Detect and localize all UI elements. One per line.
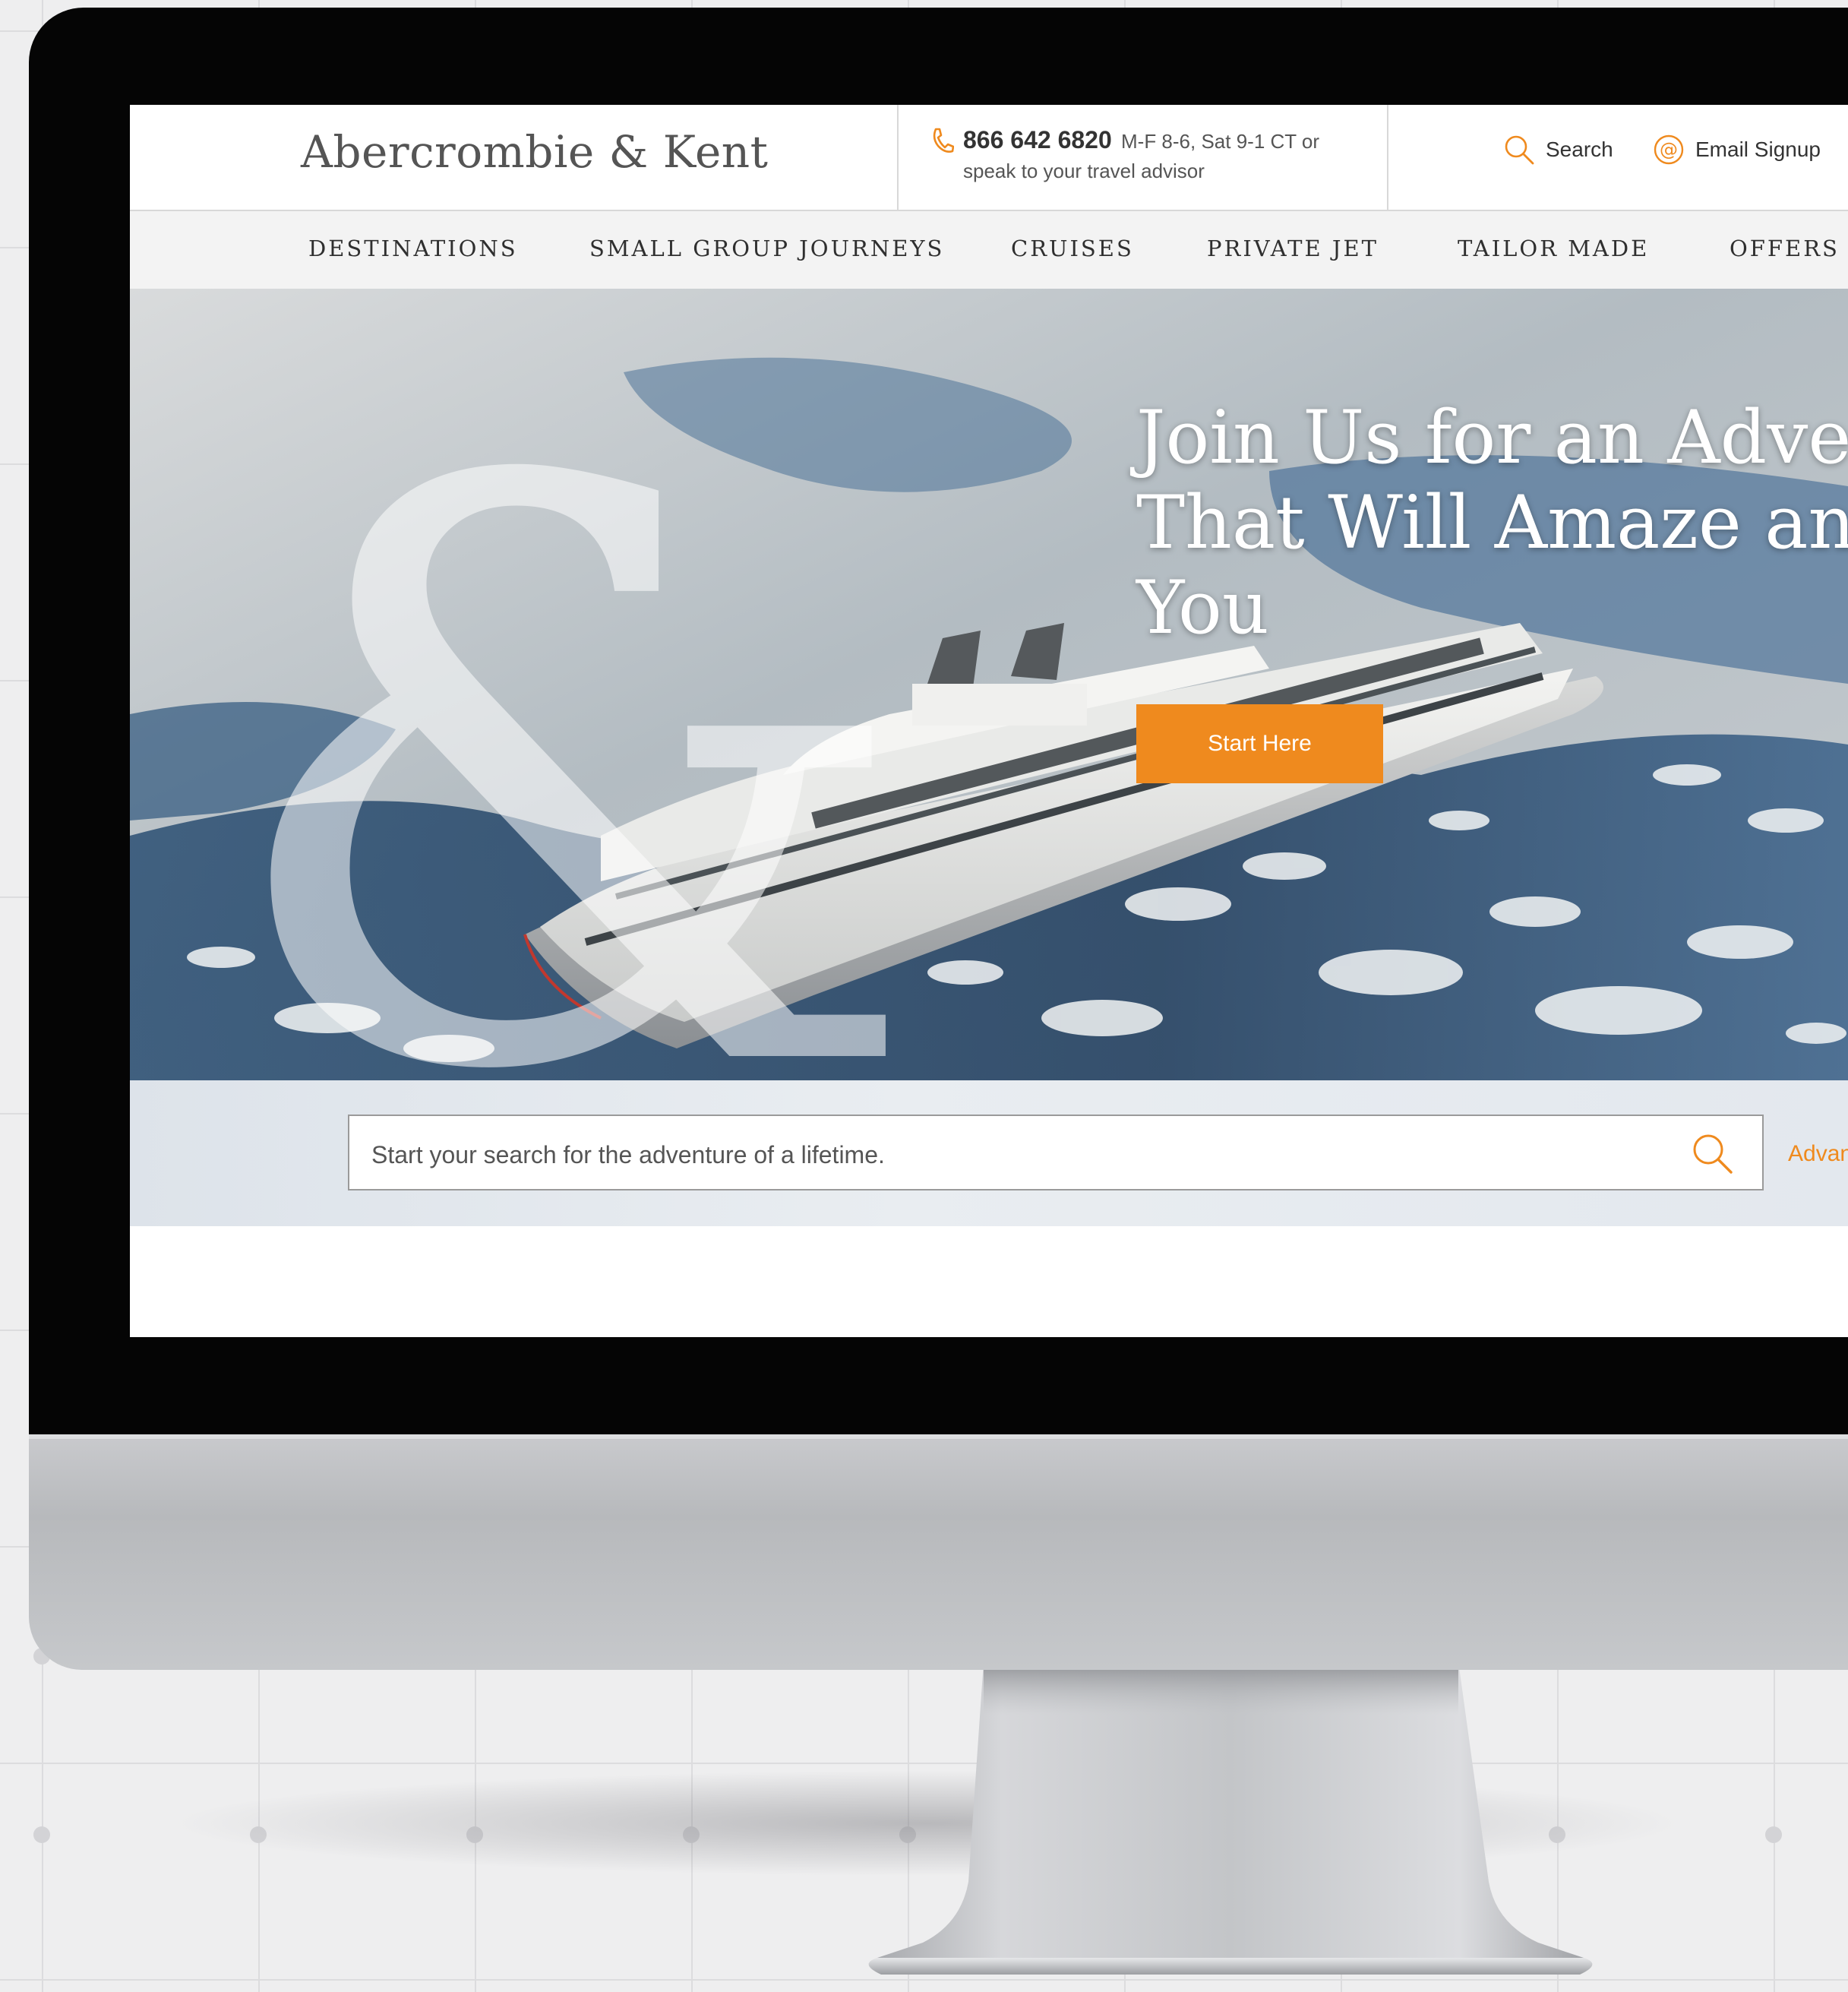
- search-input[interactable]: Start your search for the adventure of a…: [348, 1115, 1764, 1190]
- nav-item-destinations[interactable]: DESTINATIONS: [308, 236, 518, 261]
- search-icon: [1505, 135, 1534, 165]
- start-here-button[interactable]: Start Here: [1136, 704, 1383, 783]
- phone-advisor-text: speak to your travel advisor: [963, 160, 1205, 182]
- hero-headline-line-3: You: [1136, 565, 1269, 650]
- nav-item-cruises[interactable]: CRUISES: [1011, 236, 1134, 261]
- at-sign-icon: @: [1654, 134, 1684, 165]
- monitor-chin-edge: [29, 1434, 1848, 1439]
- monitor-chin: [29, 1434, 1848, 1670]
- header-search-label: Search: [1546, 138, 1613, 161]
- hero-banner: & Join Us for an Adventure That Will Ama…: [130, 289, 1848, 1080]
- email-signup-label: Email Signup: [1695, 138, 1821, 161]
- ampersand-watermark: &: [213, 315, 924, 1080]
- header-divider: [897, 105, 899, 210]
- nav-item-small-group-journeys[interactable]: SMALL GROUP JOURNEYS: [589, 236, 944, 261]
- hero-headline-line-2: That Will Amaze and Inspire: [1136, 480, 1848, 565]
- search-submit-icon[interactable]: [1690, 1131, 1734, 1175]
- phone-hours: M-F 8-6, Sat 9-1 CT or: [1121, 130, 1320, 153]
- email-signup-link[interactable]: @ Email Signup: [1653, 134, 1821, 166]
- browser-viewport: Abercrombie & Kent 866 642 6820 M-F 8-6,…: [130, 105, 1848, 1337]
- nav-item-private-jet[interactable]: PRIVATE JET: [1207, 236, 1379, 261]
- grid-dot: [1765, 1826, 1782, 1843]
- nav-item-tailor-made[interactable]: TAILOR MADE: [1458, 236, 1649, 261]
- search-placeholder: Start your search for the adventure of a…: [371, 1141, 885, 1168]
- monitor-stand: [868, 1662, 1593, 1975]
- hero-headline: Join Us for an Adventure That Will Amaze…: [1136, 395, 1848, 650]
- brand-logo[interactable]: Abercrombie & Kent: [301, 126, 768, 178]
- svg-text:@: @: [1660, 139, 1678, 160]
- main-navigation: DESTINATIONS SMALL GROUP JOURNEYS CRUISE…: [130, 211, 1848, 289]
- grid-dot: [33, 1826, 50, 1843]
- phone-icon: [933, 128, 954, 153]
- search-section: Start your search for the adventure of a…: [130, 1080, 1848, 1226]
- hero-headline-line-1: Join Us for an Adventure: [1136, 395, 1848, 480]
- header-search-link[interactable]: Search: [1503, 134, 1613, 166]
- advanced-search-link[interactable]: Advanced: [1788, 1141, 1848, 1167]
- phone-number[interactable]: 866 642 6820: [963, 126, 1112, 154]
- nav-item-offers[interactable]: OFFERS: [1730, 236, 1840, 261]
- site-header: Abercrombie & Kent 866 642 6820 M-F 8-6,…: [130, 105, 1848, 211]
- header-divider: [1387, 105, 1388, 210]
